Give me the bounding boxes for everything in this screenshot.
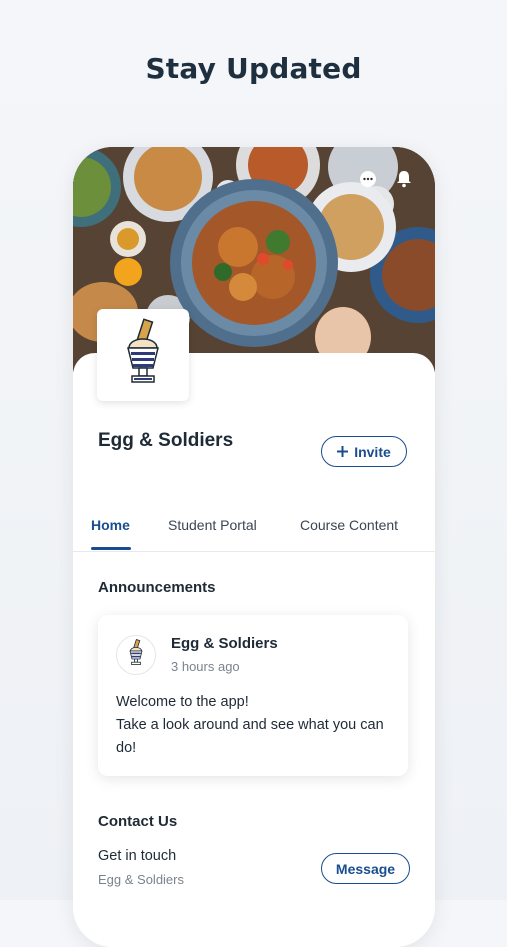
post-time: 3 hours ago	[171, 659, 240, 674]
post-body-line-1: Welcome to the app!	[116, 694, 249, 710]
post-body: Welcome to the app! Take a look around a…	[116, 691, 396, 760]
bell-icon[interactable]	[395, 169, 413, 188]
egg-cup-logo-icon	[123, 317, 163, 393]
tab-bar: Home Student Portal Course Content	[73, 507, 435, 552]
site-logo	[97, 309, 189, 401]
announcement-card[interactable]: Egg & Soldiers 3 hours ago Welcome to th…	[98, 615, 408, 776]
page-headline: Stay Updated	[145, 52, 362, 85]
active-tab-indicator	[91, 547, 131, 550]
announcements-title: Announcements	[98, 579, 216, 596]
post-author: Egg & Soldiers	[171, 635, 278, 652]
contact-title: Contact Us	[98, 813, 178, 830]
post-body-line-2: Take a look around and see what you can …	[116, 717, 384, 756]
invite-label: Invite	[354, 443, 391, 460]
plus-icon	[337, 444, 349, 460]
site-name: Egg & Soldiers	[98, 430, 234, 451]
egg-cup-avatar-icon	[128, 638, 144, 672]
message-button[interactable]: Message	[321, 853, 410, 884]
tab-home[interactable]: Home	[91, 517, 130, 533]
tab-course-content[interactable]: Course Content	[300, 517, 398, 533]
contact-site-name: Egg & Soldiers	[98, 872, 184, 887]
invite-button[interactable]: Invite	[321, 436, 407, 467]
tab-student-portal[interactable]: Student Portal	[168, 517, 257, 533]
contact-get-in-touch: Get in touch	[98, 848, 177, 864]
chat-icon[interactable]	[359, 170, 377, 188]
avatar	[116, 635, 156, 675]
phone-frame: Egg & Soldiers Invite Home Student Porta…	[73, 147, 435, 947]
